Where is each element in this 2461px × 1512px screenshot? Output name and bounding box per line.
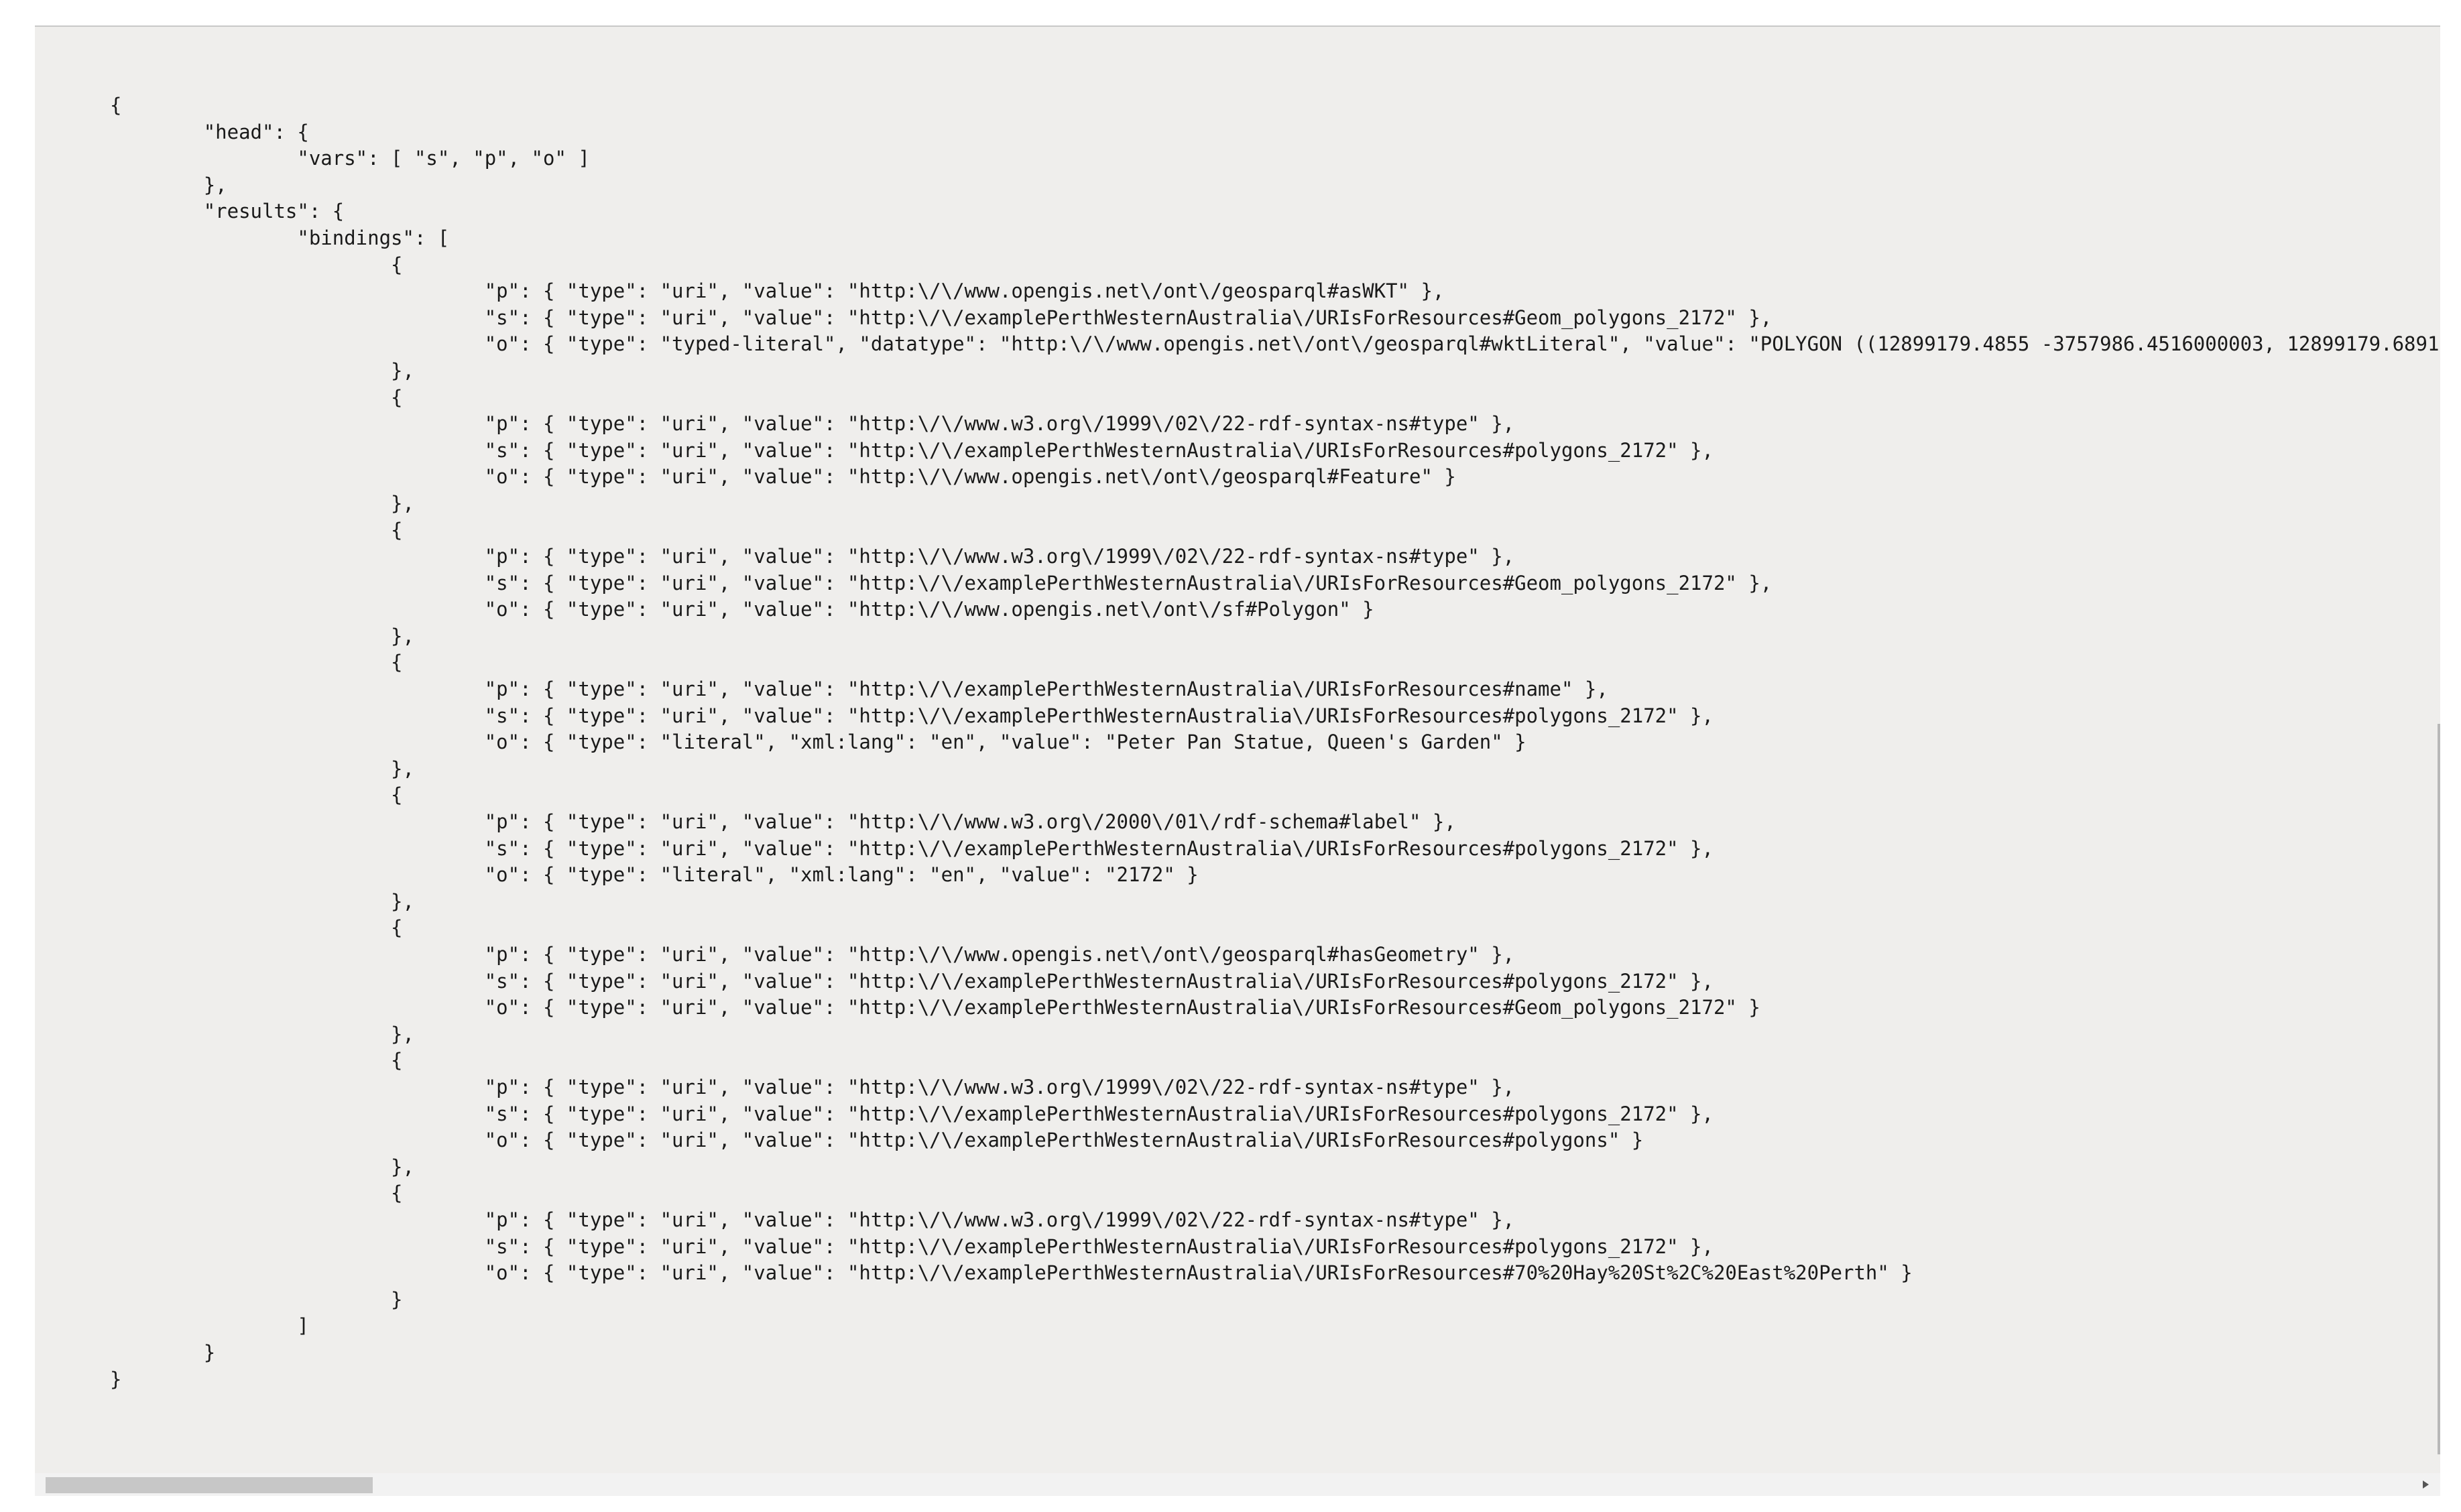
json-results-text: { "head": { "vars": [ "s", "p", "o" ] },… [110,94,2440,1391]
horizontal-scrollbar[interactable] [35,1473,2440,1496]
vertical-scrollbar-edge[interactable] [2438,724,2440,1454]
triangle-right-icon [2423,1480,2429,1489]
results-viewer[interactable]: { "head": { "vars": [ "s", "p", "o" ] },… [35,25,2440,1496]
horizontal-scroll-thumb[interactable] [46,1477,373,1493]
scroll-right-button[interactable] [2417,1476,2434,1493]
